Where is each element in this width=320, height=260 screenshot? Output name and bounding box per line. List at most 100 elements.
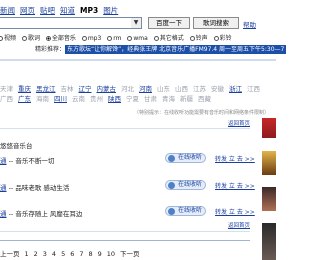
share-link[interactable]: 转发 立 去 >>: [215, 207, 255, 216]
pager-item[interactable]: 2: [34, 250, 38, 258]
header-divider: [0, 59, 276, 61]
region-link[interactable]: 河北: [121, 85, 134, 93]
lyric-search-button[interactable]: 歌词搜索: [193, 17, 239, 29]
radio-icon: [189, 36, 195, 41]
back-home-link[interactable]: 返回首页: [228, 221, 250, 229]
region-link[interactable]: 宁夏: [126, 95, 139, 103]
pager-item[interactable]: 10: [107, 250, 115, 258]
track-name: 通 -- 品味老歌 感动生活: [0, 184, 70, 192]
region-link[interactable]: 新疆: [180, 95, 193, 103]
radio-icon: [0, 36, 3, 41]
filter-mp3[interactable]: mp3: [81, 35, 101, 42]
nav-images[interactable]: 图片: [103, 6, 118, 15]
footer-divider: [0, 240, 250, 241]
format-filters: 视频 歌词 全部音乐 mp3 rm wma 其它格式 铃声 彩铃: [0, 33, 236, 42]
notice-text: （特别提示：在线收听功能需要有音乐时间和网络条件限制）: [134, 110, 270, 116]
nav-web[interactable]: 网页: [20, 6, 35, 15]
filter-wma[interactable]: wma: [127, 35, 148, 42]
pager-item[interactable]: 9: [98, 250, 102, 258]
hot-text[interactable]: 东方歌坛“让你解馋”，经典张王牌 北京音乐广播FM97.4 周一至周五下午5:3…: [65, 45, 287, 54]
search-input[interactable]: [0, 17, 140, 29]
pager-item[interactable]: 上一页: [0, 250, 20, 258]
region-link[interactable]: 山西: [175, 85, 188, 93]
track-name: 通 -- 音乐不断一切: [0, 157, 55, 165]
nav-news[interactable]: 新闻: [0, 6, 15, 15]
pager-item[interactable]: 3: [43, 250, 47, 258]
region-link[interactable]: 浙江: [229, 85, 242, 93]
play-icon: [168, 182, 175, 189]
pager-item[interactable]: 下一页: [120, 250, 140, 258]
radio-icon: [127, 36, 133, 41]
pagination: 上一页 1 2 3 4 5 6 7 8 9 10 下一页: [0, 248, 145, 258]
nav-zhidao[interactable]: 知道: [60, 6, 75, 15]
region-link[interactable]: 贵州: [90, 95, 103, 103]
region-link[interactable]: 内蒙古: [97, 85, 117, 93]
radio-icon: [213, 36, 219, 41]
region-link[interactable]: 甘肃: [144, 95, 157, 103]
region-link[interactable]: 安徽: [211, 85, 224, 93]
filter-rm[interactable]: rm: [107, 35, 121, 42]
hot-recommend: 精彩推荐： 东方歌坛“让你解馋”，经典张王牌 北京音乐广播FM97.4 周一至周五…: [35, 44, 287, 54]
radio-icon: [21, 36, 27, 41]
track-row: 通 -- 音乐不断一切 在线收听 转发 立 去 >>: [0, 153, 255, 165]
region-link[interactable]: 辽宁: [79, 85, 92, 93]
pager-item[interactable]: 4: [52, 250, 56, 258]
region-link[interactable]: 广西: [0, 95, 13, 103]
region-row-1: 天津 重庆 黑龙江 吉林 辽宁 内蒙古 河北 河南 山东 山西 江苏 安徽 浙江 江西: [0, 83, 265, 93]
radio-icon: [153, 36, 159, 41]
region-link[interactable]: 重庆: [18, 85, 31, 93]
region-link[interactable]: 陕西: [108, 95, 121, 103]
channel-link[interactable]: 通: [0, 184, 7, 192]
album-thumbnail[interactable]: [262, 118, 276, 138]
section-divider: [0, 231, 250, 232]
channel-link[interactable]: 通: [0, 157, 7, 165]
pager-item[interactable]: 5: [61, 250, 65, 258]
listen-online-button[interactable]: 在线收听: [165, 180, 207, 190]
listen-online-button[interactable]: 在线收听: [165, 153, 207, 163]
share-link[interactable]: 转发 立 去 >>: [215, 181, 255, 190]
track-row: 通 -- 音乐存随上 风靡在耳边 在线收听 转发 立 去 >>: [0, 206, 255, 218]
pager-item[interactable]: 1: [25, 250, 29, 258]
help-link[interactable]: 帮助: [243, 19, 256, 29]
track-name: 通 -- 音乐存随上 风靡在耳边: [0, 210, 83, 218]
pager-item[interactable]: 8: [88, 250, 92, 258]
filter-other[interactable]: 其它格式: [153, 35, 184, 42]
album-thumbnail[interactable]: [262, 151, 276, 175]
album-thumbnail[interactable]: [262, 223, 276, 260]
region-link[interactable]: 天津: [0, 85, 13, 93]
region-link[interactable]: 青海: [162, 95, 175, 103]
region-link[interactable]: 四川: [54, 95, 67, 103]
play-icon: [168, 208, 175, 215]
hot-label: 精彩推荐：: [35, 46, 66, 53]
section-divider: [0, 128, 250, 129]
share-link[interactable]: 转发 立 去 >>: [215, 154, 255, 163]
nav-mp3[interactable]: MP3: [80, 6, 98, 15]
region-link[interactable]: 海南: [36, 95, 49, 103]
region-link[interactable]: 山东: [157, 85, 170, 93]
track-row: 通 -- 品味老歌 感动生活 在线收听 转发 立 去 >>: [0, 180, 255, 192]
nav-tieba[interactable]: 贴吧: [40, 6, 55, 15]
listen-online-button[interactable]: 在线收听: [165, 206, 207, 216]
radio-checked-icon: [45, 36, 51, 41]
search-button[interactable]: 百度一下: [148, 17, 190, 29]
region-link[interactable]: 吉林: [61, 85, 74, 93]
filter-ringtone[interactable]: 铃声: [189, 35, 208, 42]
channel-link[interactable]: 通: [0, 210, 7, 218]
region-link[interactable]: 江西: [247, 85, 260, 93]
pager-item[interactable]: 6: [70, 250, 74, 258]
region-link[interactable]: 云南: [72, 95, 85, 103]
region-link[interactable]: 河南: [139, 85, 152, 93]
region-link[interactable]: 江苏: [193, 85, 206, 93]
filter-lyric[interactable]: 歌词: [21, 35, 40, 42]
filter-all-music[interactable]: 全部音乐: [45, 35, 76, 42]
filter-video[interactable]: 视频: [0, 35, 16, 42]
region-link[interactable]: 广东: [18, 95, 31, 103]
album-thumbnail[interactable]: [262, 187, 276, 211]
play-icon: [168, 155, 175, 162]
back-home-link[interactable]: 返回首页: [228, 119, 250, 127]
region-link[interactable]: 黑龙江: [36, 85, 56, 93]
region-link[interactable]: 西藏: [198, 95, 211, 103]
chevron-down-icon[interactable]: ▼: [131, 17, 142, 29]
pager-item[interactable]: 7: [79, 250, 83, 258]
filter-color-ring[interactable]: 彩铃: [213, 35, 232, 42]
